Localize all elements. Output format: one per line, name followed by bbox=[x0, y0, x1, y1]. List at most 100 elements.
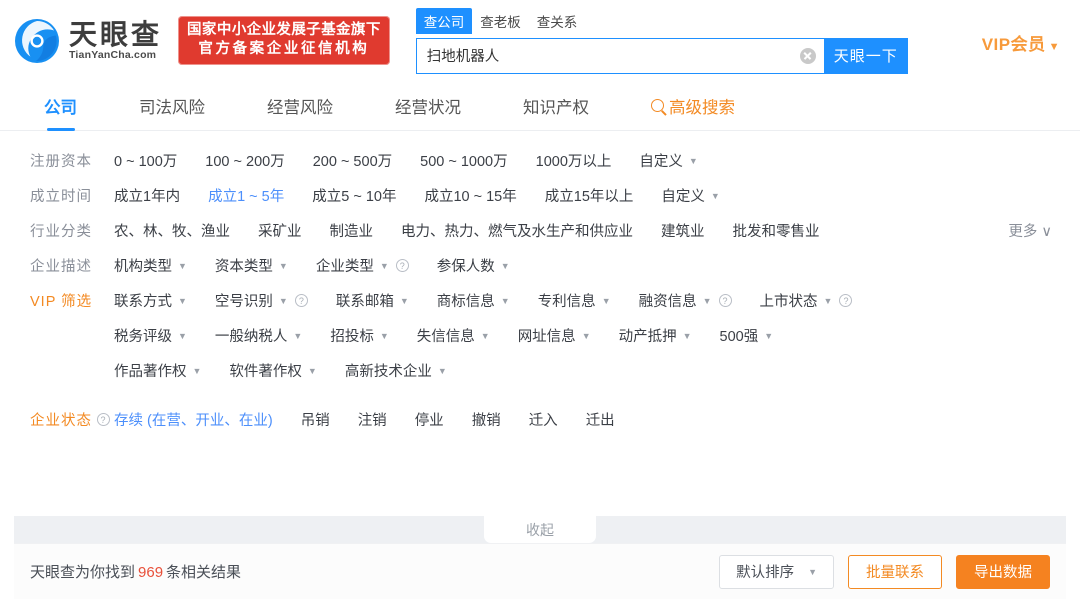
filter-option-label: 成立1 ~ 5年 bbox=[208, 185, 284, 206]
filter-option-contact-method[interactable]: 联系方式▼ bbox=[114, 283, 187, 318]
filter-option-label: 0 ~ 100万 bbox=[114, 150, 177, 171]
site-logo[interactable]: 天眼查 TianYanCha.com bbox=[14, 18, 162, 64]
nav-tab-company[interactable]: 公司 bbox=[44, 81, 77, 131]
filter-option-industry-3[interactable]: 电力、热力、燃气及水生产和供应业 bbox=[401, 213, 633, 248]
sort-label: 默认排序 bbox=[736, 561, 794, 582]
filter-option-founded-3[interactable]: 成立10 ~ 15年 bbox=[424, 178, 516, 213]
nav-tab-operation-status[interactable]: 经营状况 bbox=[395, 81, 461, 131]
filter-option-label: 500 ~ 1000万 bbox=[420, 150, 507, 171]
filter-option-status-revoked[interactable]: 吊销 bbox=[301, 402, 330, 437]
chevron-down-icon: ▼ bbox=[582, 331, 591, 341]
filter-option-software-copyright[interactable]: 软件著作权▼ bbox=[229, 353, 316, 388]
chevron-down-icon: ▼ bbox=[293, 331, 302, 341]
filter-label-enterprise-desc: 企业描述 bbox=[30, 248, 114, 276]
nav-tab-judicial-risk[interactable]: 司法风险 bbox=[139, 81, 205, 131]
filter-option-capital-2[interactable]: 200 ~ 500万 bbox=[313, 143, 392, 178]
filter-option-tax-rating[interactable]: 税务评级▼ bbox=[114, 318, 187, 353]
filter-option-founded-custom[interactable]: 自定义▼ bbox=[661, 178, 719, 213]
filter-option-label: 失信信息 bbox=[417, 325, 475, 346]
filter-option-capital-type[interactable]: 资本类型▼ bbox=[215, 248, 288, 283]
chevron-down-icon: ▼ bbox=[1049, 41, 1060, 53]
sort-dropdown[interactable]: 默认排序▼ bbox=[719, 555, 834, 589]
search-submit-button[interactable]: 天眼一下 bbox=[824, 38, 908, 74]
filter-option-top500[interactable]: 500强▼ bbox=[720, 318, 774, 353]
chevron-down-icon: ▼ bbox=[178, 261, 187, 271]
chevron-down-icon: ▼ bbox=[703, 296, 712, 306]
nav-tab-operation-risk[interactable]: 经营风险 bbox=[267, 81, 333, 131]
vip-member-menu[interactable]: VIP会员▼ bbox=[982, 30, 1060, 55]
filter-option-status-cancelled[interactable]: 注销 bbox=[358, 402, 387, 437]
clear-icon[interactable] bbox=[800, 48, 816, 64]
filter-option-founded-4[interactable]: 成立15年以上 bbox=[545, 178, 634, 213]
filter-option-capital-1[interactable]: 100 ~ 200万 bbox=[205, 143, 284, 178]
nav-tab-intellectual-property[interactable]: 知识产权 bbox=[523, 81, 589, 131]
filter-option-industry-5[interactable]: 批发和零售业 bbox=[733, 213, 820, 248]
filter-option-label: 自定义 bbox=[639, 150, 683, 171]
filter-option-label: 电力、热力、燃气及水生产和供应业 bbox=[401, 220, 633, 241]
filter-industry-more-toggle[interactable]: 更多 ∨ bbox=[1008, 213, 1052, 241]
filter-option-capital-4[interactable]: 1000万以上 bbox=[536, 143, 612, 178]
filter-option-empty-number[interactable]: 空号识别▼? bbox=[215, 283, 308, 318]
filter-options-founded-time: 成立1年内 成立1 ~ 5年 成立5 ~ 10年 成立10 ~ 15年 成立15… bbox=[114, 178, 1052, 213]
filter-option-label: 成立10 ~ 15年 bbox=[424, 185, 516, 206]
filter-option-patent[interactable]: 专利信息▼ bbox=[538, 283, 611, 318]
nav-advanced-search[interactable]: 高级搜索 bbox=[651, 81, 735, 131]
results-prefix: 天眼查为你找到 bbox=[30, 564, 135, 581]
filter-option-label: 撤销 bbox=[472, 409, 501, 430]
filter-option-bidding[interactable]: 招投标▼ bbox=[330, 318, 388, 353]
filter-option-capital-3[interactable]: 500 ~ 1000万 bbox=[420, 143, 507, 178]
filter-option-status-moved-out[interactable]: 迁出 bbox=[586, 402, 615, 437]
search-tab-boss[interactable]: 查老板 bbox=[472, 8, 529, 34]
filter-option-status-existing[interactable]: 存续 (在营、开业、在业) bbox=[114, 402, 273, 437]
filter-option-capital-custom[interactable]: 自定义▼ bbox=[639, 143, 697, 178]
filter-option-insured-count[interactable]: 参保人数▼ bbox=[437, 248, 510, 283]
filter-option-listing-status[interactable]: 上市状态▼? bbox=[760, 283, 853, 318]
search-tab-company[interactable]: 查公司 bbox=[416, 8, 473, 34]
filter-label-founded-time: 成立时间 bbox=[30, 178, 114, 206]
filter-option-hi-tech-enterprise[interactable]: 高新技术企业▼ bbox=[345, 353, 447, 388]
filter-option-financing[interactable]: 融资信息▼? bbox=[639, 283, 732, 318]
collapse-strip: 收起 bbox=[14, 516, 1066, 543]
filter-option-work-copyright[interactable]: 作品著作权▼ bbox=[114, 353, 201, 388]
filter-option-status-suspended[interactable]: 停业 bbox=[415, 402, 444, 437]
export-data-button[interactable]: 导出数据 bbox=[956, 555, 1050, 589]
filter-option-chattel-mortgage[interactable]: 动产抵押▼ bbox=[619, 318, 692, 353]
help-icon[interactable]: ? bbox=[396, 259, 409, 272]
help-icon[interactable]: ? bbox=[295, 294, 308, 307]
chevron-down-icon: ∨ bbox=[1041, 224, 1052, 240]
filter-option-founded-2[interactable]: 成立5 ~ 10年 bbox=[312, 178, 396, 213]
filter-option-industry-1[interactable]: 采矿业 bbox=[258, 213, 302, 248]
batch-contact-button[interactable]: 批量联系 bbox=[848, 555, 942, 589]
filter-option-contact-email[interactable]: 联系邮箱▼ bbox=[336, 283, 409, 318]
collapse-filters-button[interactable]: 收起 bbox=[484, 516, 596, 543]
filter-option-org-type[interactable]: 机构类型▼ bbox=[114, 248, 187, 283]
help-icon[interactable]: ? bbox=[719, 294, 732, 307]
search-input[interactable] bbox=[427, 48, 800, 64]
filter-option-founded-0[interactable]: 成立1年内 bbox=[114, 178, 180, 213]
filter-option-trademark[interactable]: 商标信息▼ bbox=[437, 283, 510, 318]
search-tab-relation[interactable]: 查关系 bbox=[529, 8, 586, 34]
filter-option-enterprise-type[interactable]: 企业类型▼? bbox=[316, 248, 409, 283]
filter-options-registered-capital: 0 ~ 100万 100 ~ 200万 200 ~ 500万 500 ~ 100… bbox=[114, 143, 1052, 178]
filter-option-label: 网址信息 bbox=[518, 325, 576, 346]
nav-advanced-search-label: 高级搜索 bbox=[669, 94, 735, 118]
chevron-down-icon: ▼ bbox=[438, 366, 447, 376]
filter-option-label: 企业类型 bbox=[316, 255, 374, 276]
filter-option-status-moved-in[interactable]: 迁入 bbox=[529, 402, 558, 437]
filter-option-capital-0[interactable]: 0 ~ 100万 bbox=[114, 143, 177, 178]
search-bar: 天眼一下 bbox=[416, 38, 908, 74]
help-icon[interactable]: ? bbox=[97, 413, 110, 426]
filter-option-industry-0[interactable]: 农、林、牧、渔业 bbox=[114, 213, 230, 248]
filter-option-label: 联系方式 bbox=[114, 290, 172, 311]
filter-option-dishonesty[interactable]: 失信信息▼ bbox=[417, 318, 490, 353]
filter-option-industry-2[interactable]: 制造业 bbox=[330, 213, 374, 248]
filter-option-website[interactable]: 网址信息 ▼ bbox=[518, 318, 591, 353]
filter-option-label: 采矿业 bbox=[258, 220, 302, 241]
category-nav: 公司 司法风险 经营风险 经营状况 知识产权 高级搜索 bbox=[0, 81, 1080, 131]
filter-option-general-taxpayer[interactable]: 一般纳税人▼ bbox=[215, 318, 302, 353]
filter-option-founded-1[interactable]: 成立1 ~ 5年 bbox=[208, 178, 284, 213]
filter-vip-row-2: 税务评级▼ 一般纳税人▼ 招投标▼ 失信信息▼ 网址信息▼ 动产抵押▼ 500强… bbox=[114, 318, 1052, 353]
filter-option-industry-4[interactable]: 建筑业 bbox=[661, 213, 705, 248]
filter-option-status-withdrawn[interactable]: 撤销 bbox=[472, 402, 501, 437]
help-icon[interactable]: ? bbox=[839, 294, 852, 307]
